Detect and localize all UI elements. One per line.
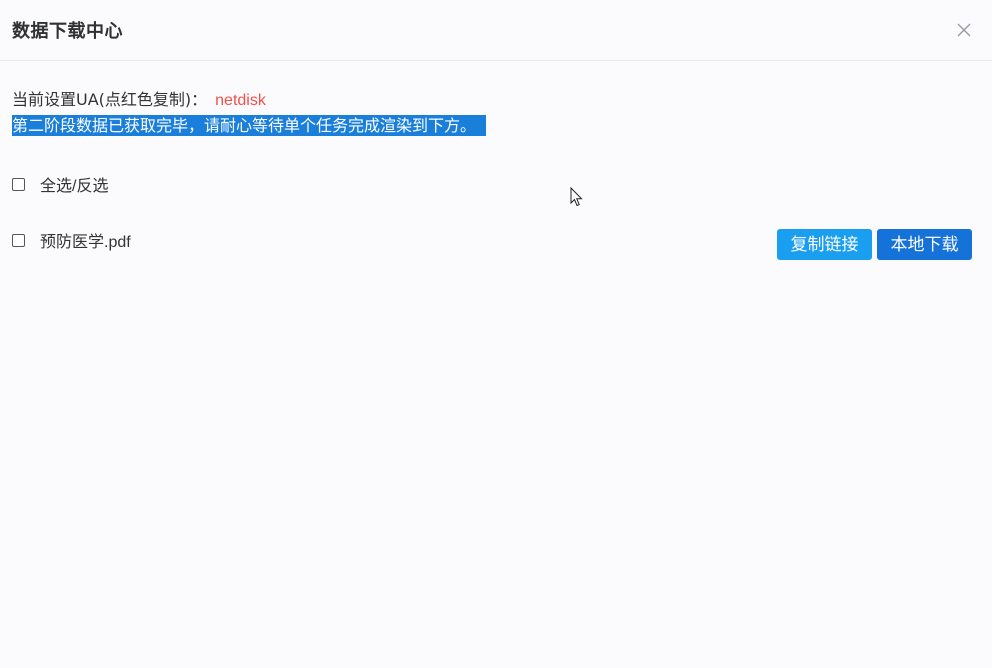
local-download-button[interactable]: 本地下载 xyxy=(877,229,972,260)
dialog-title: 数据下载中心 xyxy=(12,21,123,42)
status-message: 第二阶段数据已获取完毕，请耐心等待单个任务完成渲染到下方。 xyxy=(12,115,487,136)
copy-link-button[interactable]: 复制链接 xyxy=(777,229,872,260)
ua-setting-line: 当前设置UA(点红色复制)： netdisk xyxy=(12,86,266,110)
download-center-dialog: 数据下载中心 当前设置UA(点红色复制)： netdisk 第二阶段数据已获取完毕… xyxy=(0,0,992,668)
file-name: 预防医学.pdf xyxy=(40,234,131,251)
ua-label: 当前设置UA(点红色复制)： xyxy=(12,90,208,109)
select-all-row[interactable]: 全选/反选 xyxy=(12,172,108,196)
file-checkbox[interactable] xyxy=(12,233,25,247)
select-all-label: 全选/反选 xyxy=(40,178,109,195)
select-all-checkbox[interactable] xyxy=(12,177,25,191)
close-icon[interactable] xyxy=(954,20,974,40)
file-row[interactable]: 预防医学.pdf xyxy=(12,228,131,252)
ua-value-copy-link[interactable]: netdisk xyxy=(215,92,266,110)
dialog-header: 数据下载中心 xyxy=(0,0,992,61)
mouse-cursor-icon xyxy=(570,187,583,207)
